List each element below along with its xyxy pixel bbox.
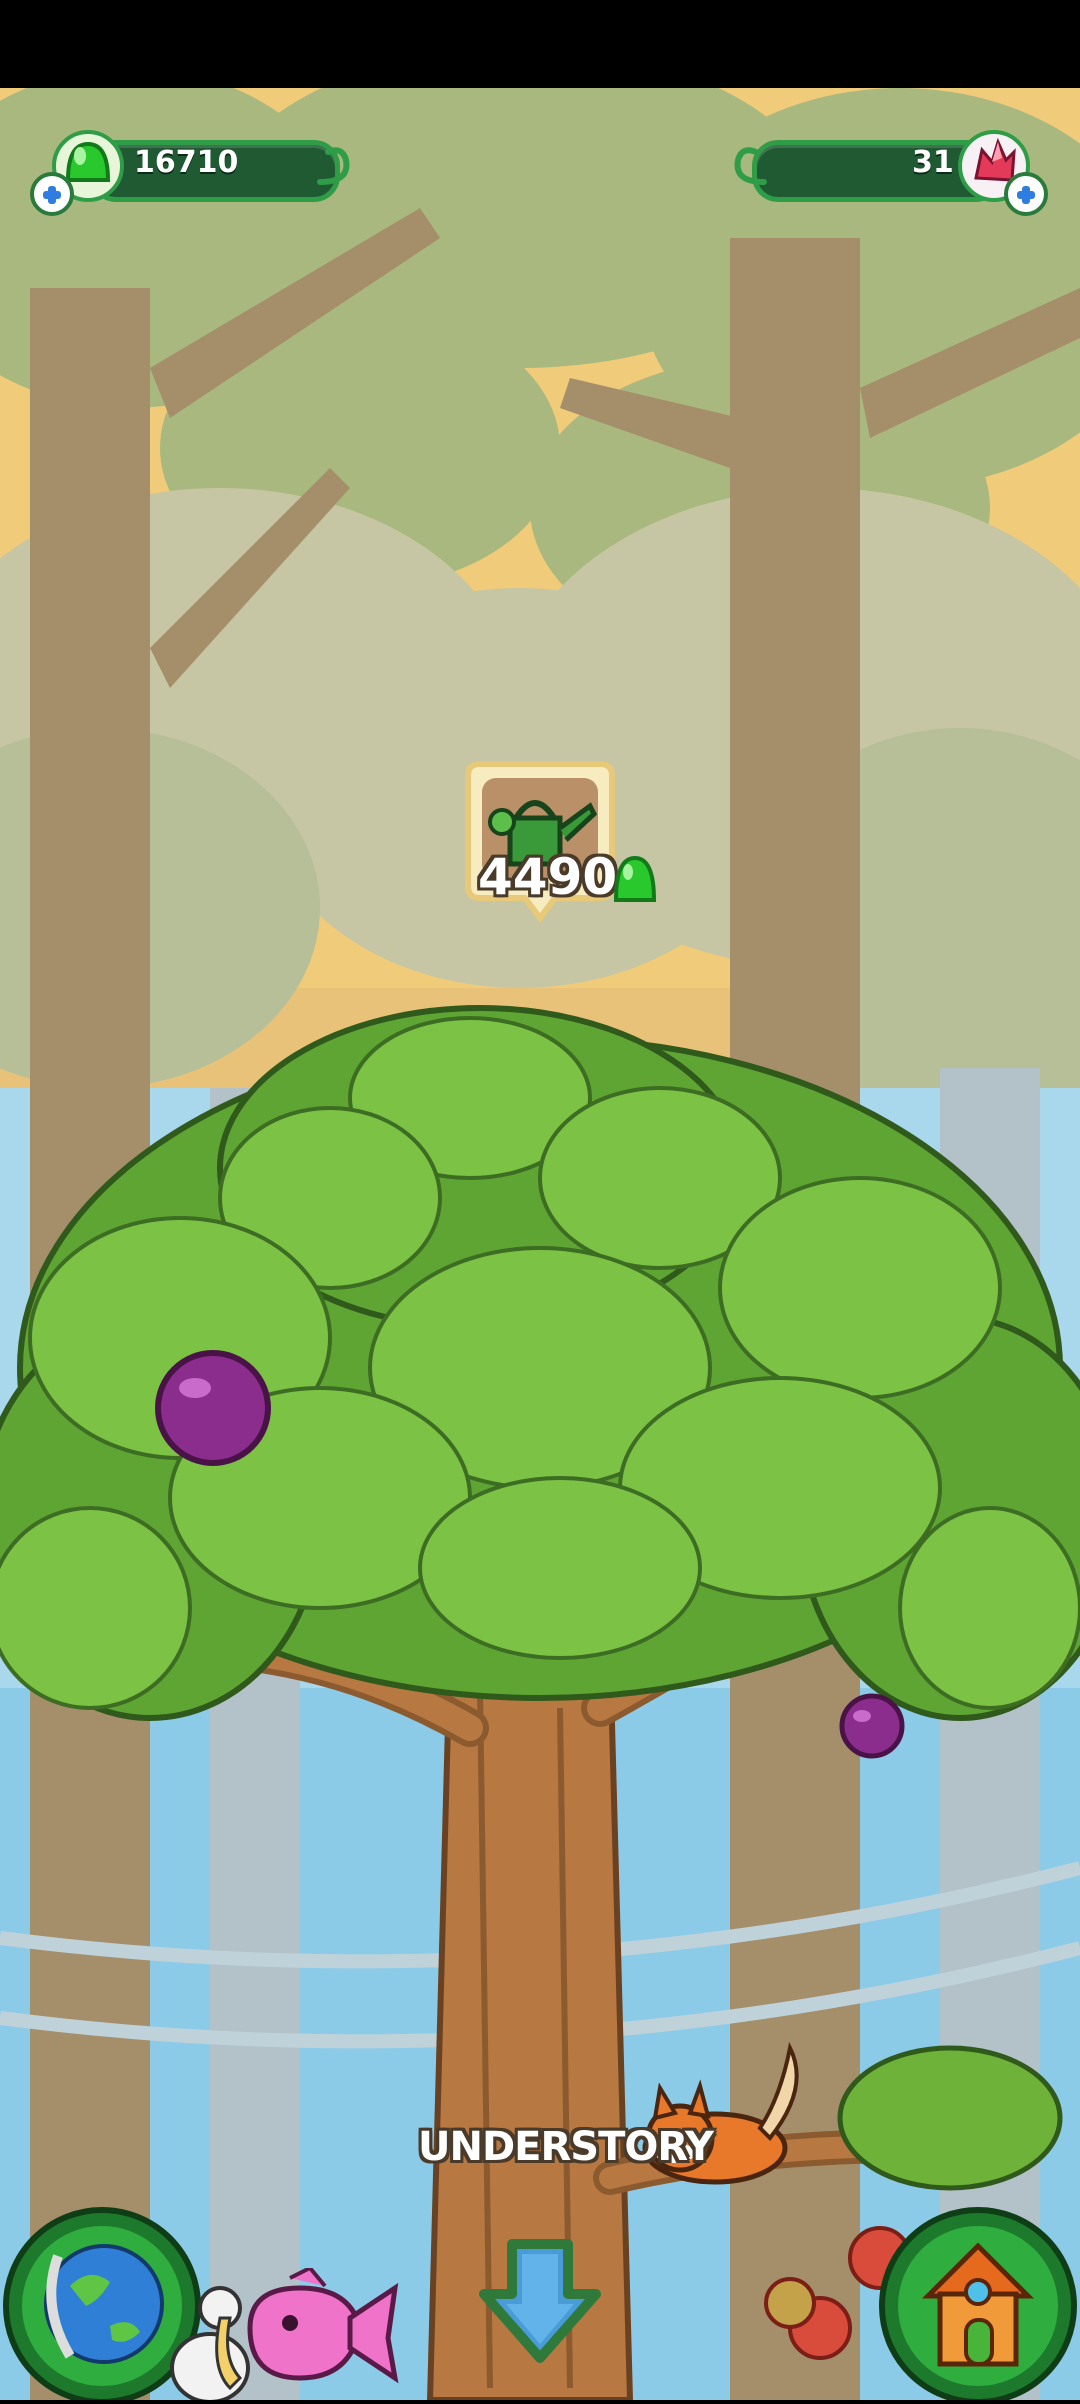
down-arrow-icon bbox=[479, 2239, 601, 2363]
hud-gems-right: 31 bbox=[728, 128, 1058, 218]
game-scene: 16710 31 4490 UNDERSTORY bbox=[0, 88, 1080, 2404]
house-button[interactable] bbox=[876, 2196, 1080, 2404]
currency-green-gem-icon bbox=[612, 852, 658, 904]
down-arrow-button[interactable] bbox=[470, 2234, 610, 2374]
gems-right-value: 31 bbox=[912, 145, 954, 180]
add-gems-right-plus-icon[interactable] bbox=[1004, 172, 1048, 216]
vine-curl-icon bbox=[316, 142, 356, 192]
layer-label: UNDERSTORY bbox=[418, 2124, 714, 2170]
upgrade-cost: 4490 bbox=[478, 848, 618, 906]
vine-curl-icon bbox=[728, 142, 768, 192]
add-gems-left-plus-icon[interactable] bbox=[30, 172, 74, 216]
upgrade-bubble[interactable]: 4490 bbox=[460, 756, 660, 936]
plum-fruit[interactable] bbox=[839, 1693, 905, 1759]
pelican-character[interactable] bbox=[160, 2278, 250, 2404]
gems-left-value: 16710 bbox=[134, 145, 239, 180]
house-icon bbox=[879, 2207, 1077, 2404]
pink-fish-character[interactable] bbox=[230, 2265, 400, 2400]
hud-gems-left: 16710 bbox=[30, 128, 360, 218]
main-tree[interactable] bbox=[0, 88, 1080, 2400]
plum-fruit[interactable] bbox=[155, 1350, 271, 1466]
